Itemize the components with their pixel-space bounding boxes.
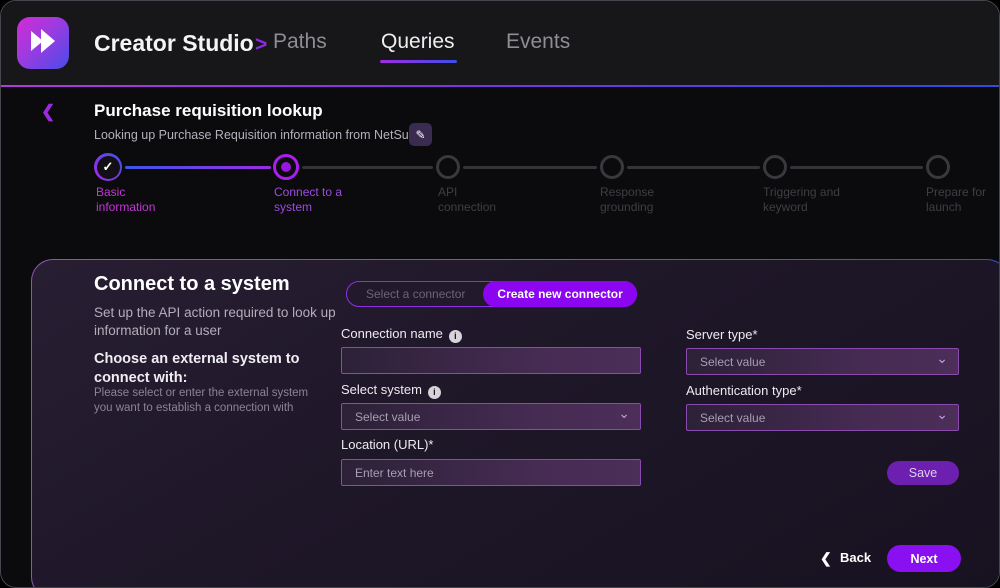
creator-studio-logo[interactable] bbox=[17, 17, 69, 69]
app-window: Creator Studio > Paths Queries Events ❮ … bbox=[0, 0, 1000, 588]
step-connector-line bbox=[790, 166, 923, 169]
connector-toggle: Select a connector Create new connector bbox=[346, 281, 637, 307]
fast-forward-icon bbox=[29, 28, 57, 59]
back-chevron-icon[interactable]: ❮ bbox=[41, 102, 55, 122]
step-api-connection-circle[interactable] bbox=[436, 155, 460, 179]
active-tab-underline bbox=[380, 60, 457, 63]
location-url-field[interactable] bbox=[341, 459, 641, 486]
step-connector-line bbox=[627, 166, 760, 169]
pencil-icon: ✎ bbox=[415, 128, 425, 142]
connection-name-field[interactable] bbox=[341, 347, 641, 374]
step-label-response-grounding: Response grounding bbox=[600, 185, 684, 215]
server-type-label: Server type* bbox=[686, 327, 758, 342]
choose-system-description: Please select or enter the external syst… bbox=[94, 386, 319, 416]
brand-title: Creator Studio bbox=[94, 29, 254, 57]
step-triggering-keyword-circle[interactable] bbox=[763, 155, 787, 179]
panel-description: Set up the API action required to look u… bbox=[94, 304, 344, 340]
next-button[interactable]: Next bbox=[887, 545, 961, 572]
step-label-triggering-keyword: Triggering and keyword bbox=[763, 185, 863, 215]
edit-description-button[interactable]: ✎ bbox=[409, 123, 432, 146]
step-connector-line bbox=[302, 166, 433, 169]
location-url-label: Location (URL)* bbox=[341, 437, 434, 452]
chevron-down-icon: ⌄ bbox=[936, 406, 948, 423]
chevron-down-icon: ⌄ bbox=[618, 405, 630, 422]
server-type-dropdown[interactable]: Select value ⌄ bbox=[686, 348, 959, 375]
step-connector-line bbox=[125, 166, 271, 169]
step-label-api-connection: API connection bbox=[438, 185, 518, 215]
select-system-label: Select systemi bbox=[341, 382, 441, 399]
select-system-placeholder: Select value bbox=[355, 410, 420, 424]
authentication-type-label: Authentication type* bbox=[686, 383, 802, 398]
step-label-prepare-launch: Prepare for launch bbox=[926, 185, 990, 215]
chevron-down-icon: ⌄ bbox=[936, 350, 948, 367]
toggle-select-connector[interactable]: Select a connector bbox=[347, 287, 484, 301]
choose-system-heading: Choose an external system to connect wit… bbox=[94, 350, 324, 388]
back-chevron-icon[interactable]: ❮ bbox=[820, 550, 832, 567]
breadcrumb-chevron-icon: > bbox=[255, 31, 267, 59]
page-subtitle: Looking up Purchase Requisition informat… bbox=[94, 128, 422, 142]
tab-events[interactable]: Events bbox=[506, 30, 570, 54]
tab-queries[interactable]: Queries bbox=[381, 30, 455, 54]
step-label-basic-information: Basic information bbox=[96, 185, 176, 215]
header-divider bbox=[1, 85, 999, 87]
panel-heading: Connect to a system bbox=[94, 273, 290, 296]
page-title: Purchase requisition lookup bbox=[94, 101, 323, 121]
step-connector-line bbox=[463, 166, 597, 169]
app-header: Creator Studio > Paths Queries Events bbox=[1, 1, 999, 85]
step-label-connect-system: Connect to a system bbox=[274, 185, 348, 215]
info-icon[interactable]: i bbox=[428, 386, 441, 399]
check-icon: ✓ bbox=[97, 156, 120, 179]
current-step-dot bbox=[281, 162, 291, 172]
server-type-placeholder: Select value bbox=[700, 355, 765, 369]
authentication-type-placeholder: Select value bbox=[700, 411, 765, 425]
save-button[interactable]: Save bbox=[887, 461, 959, 485]
toggle-create-new-connector[interactable]: Create new connector bbox=[483, 281, 636, 307]
connection-name-input[interactable] bbox=[355, 348, 627, 373]
select-system-dropdown[interactable]: Select value ⌄ bbox=[341, 403, 641, 430]
step-connect-system-circle[interactable] bbox=[273, 154, 299, 180]
location-url-input[interactable] bbox=[355, 460, 627, 485]
tab-paths[interactable]: Paths bbox=[273, 30, 327, 54]
authentication-type-dropdown[interactable]: Select value ⌄ bbox=[686, 404, 959, 431]
back-button[interactable]: Back bbox=[840, 550, 871, 565]
step-prepare-launch-circle[interactable] bbox=[926, 155, 950, 179]
connection-name-label: Connection namei bbox=[341, 326, 462, 343]
info-icon[interactable]: i bbox=[449, 330, 462, 343]
step-basic-information-circle[interactable]: ✓ bbox=[94, 153, 122, 181]
step-response-grounding-circle[interactable] bbox=[600, 155, 624, 179]
